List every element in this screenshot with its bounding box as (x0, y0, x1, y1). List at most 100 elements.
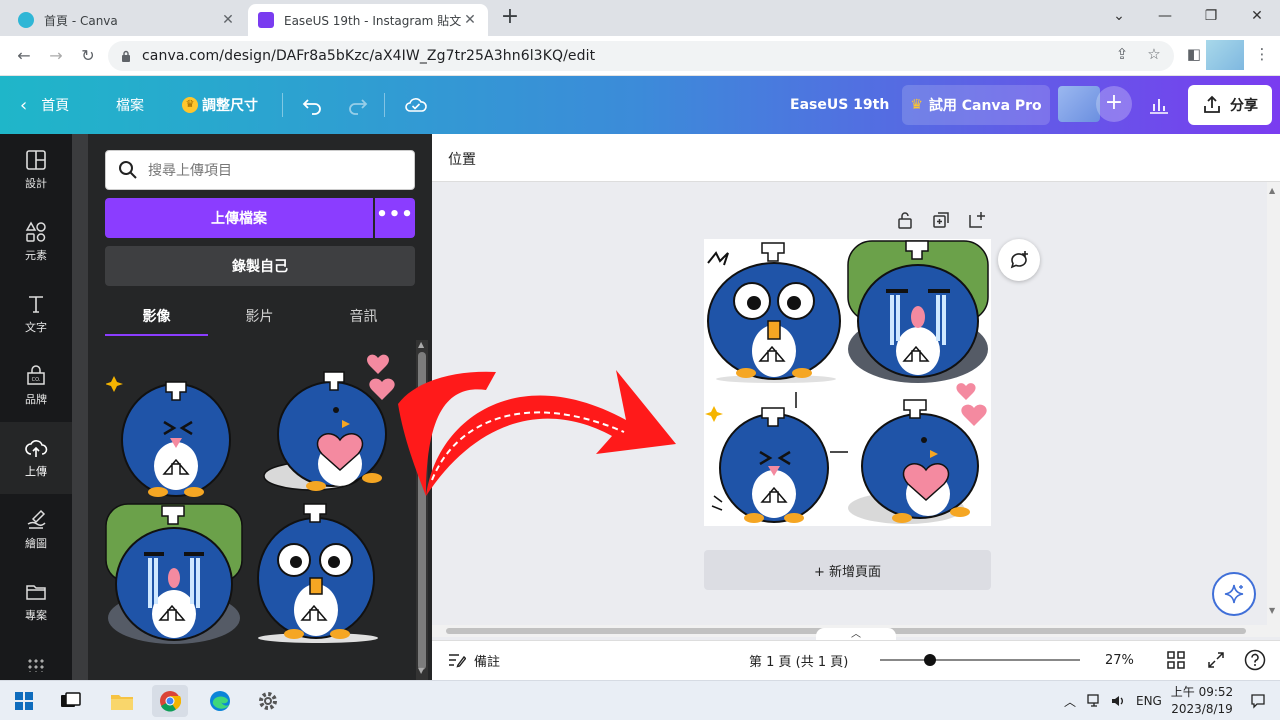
try-pro-button[interactable]: ♛ 試用 Canva Pro (902, 85, 1050, 125)
crown-icon: ♛ (182, 97, 198, 113)
share-button[interactable]: 分享 (1188, 85, 1272, 125)
tab-images[interactable]: 影像 (105, 300, 208, 336)
volume-icon[interactable] (1110, 681, 1126, 720)
network-icon[interactable] (1086, 681, 1102, 720)
page-penguin-squint[interactable] (704, 386, 848, 526)
avatar[interactable] (1058, 86, 1100, 122)
magic-assistant-button[interactable] (1212, 572, 1256, 616)
scroll-down-icon[interactable]: ▼ (1269, 606, 1275, 615)
panel-scroll-up-icon[interactable]: ▲ (418, 340, 424, 349)
upload-thumbnail-penguin-heart[interactable] (260, 350, 400, 498)
upload-files-button[interactable]: 上傳檔案 (105, 198, 373, 238)
fullscreen-icon[interactable] (1207, 651, 1225, 669)
page-penguin-surprised[interactable] (704, 239, 844, 383)
chrome-icon[interactable] (152, 685, 188, 717)
file-explorer-icon[interactable] (104, 685, 140, 717)
forward-icon[interactable]: → (44, 44, 68, 68)
notes-button[interactable]: 備註 (448, 640, 500, 680)
doc-title[interactable]: EaseUS 19th (790, 76, 889, 134)
grid-view-icon[interactable] (1167, 651, 1185, 669)
windows-start-icon[interactable] (6, 685, 42, 717)
address-bar-row: ← → ↻ canva.com/design/DAFr8a5bKzc/aX4IW… (0, 36, 1280, 76)
restore-icon[interactable]: ❐ (1188, 0, 1234, 32)
tab-search-icon[interactable]: ⌄ (1096, 0, 1142, 32)
zoom-slider-track[interactable] (880, 659, 1080, 661)
panel-resize-strip[interactable] (72, 134, 88, 680)
editor-vertical-scrollbar[interactable] (1267, 182, 1280, 637)
profile-avatar[interactable] (1206, 40, 1244, 70)
duplicate-page-icon[interactable] (931, 210, 951, 230)
cloud-saved-icon[interactable] (404, 76, 428, 134)
tray-chevron-up-icon[interactable]: ︿ (1064, 681, 1076, 720)
close-tab-icon[interactable]: ✕ (462, 12, 478, 28)
sparkle-icon (1224, 584, 1244, 604)
input-language[interactable]: ENG (1136, 681, 1162, 720)
rail-item-brand[interactable]: CO. 品牌 (0, 350, 72, 422)
add-page-icon[interactable] (967, 210, 987, 230)
add-page-button[interactable]: + 新增頁面 (704, 550, 991, 590)
omnibox[interactable]: canva.com/design/DAFr8a5bKzc/aX4IW_Zg7tr… (108, 41, 1174, 71)
page-indicator[interactable]: 第 1 頁 (共 1 頁) (749, 640, 848, 680)
position-button[interactable]: 位置 (448, 149, 476, 169)
browser-tab-strip: 首頁 - Canva ✕ EaseUS 19th - Instagram 貼文 … (0, 0, 1280, 36)
design-icon (26, 150, 46, 170)
rail-item-elements[interactable]: 元素 (0, 206, 72, 278)
taskbar-clock[interactable]: 上午 09:52 2023/8/19 (1170, 684, 1234, 718)
notes-label: 備註 (474, 654, 501, 670)
lock-icon[interactable] (895, 210, 915, 230)
lang-text: ENG (1136, 694, 1162, 708)
record-yourself-button[interactable]: 錄製自己 (105, 246, 415, 286)
rail-item-draw[interactable]: 繪圖 (0, 494, 72, 566)
add-page-label: + 新增頁面 (813, 564, 882, 580)
minimize-icon[interactable]: — (1142, 0, 1188, 32)
tab-videos[interactable]: 影片 (208, 300, 311, 336)
back-icon[interactable]: ← (12, 44, 36, 68)
apps-grid-icon[interactable] (27, 658, 45, 672)
browser-tab-design[interactable]: EaseUS 19th - Instagram 貼文 ✕ (248, 4, 488, 36)
context-toolbar: 位置 (432, 134, 1280, 182)
page-info-text: 第 1 頁 (共 1 頁) (749, 654, 849, 670)
rail-item-text[interactable]: 文字 (0, 278, 72, 350)
home-label: 首頁 (41, 98, 70, 114)
add-comment-button[interactable] (998, 239, 1040, 281)
rail-item-projects[interactable]: 專案 (0, 566, 72, 638)
upload-thumbnail-penguin-surprised[interactable] (248, 502, 388, 646)
reload-icon[interactable]: ↻ (76, 44, 100, 68)
help-icon[interactable] (1244, 649, 1266, 671)
task-view-icon[interactable] (52, 685, 88, 717)
undo-icon[interactable] (302, 76, 322, 134)
insights-chart-icon[interactable] (1138, 86, 1180, 124)
zoom-level-button[interactable]: 27% (1105, 640, 1134, 680)
record-label: 錄製自己 (232, 259, 288, 275)
search-input[interactable]: 搜尋上傳項目 (105, 150, 415, 190)
rail-label: 繪圖 (25, 537, 47, 550)
redo-icon[interactable] (348, 76, 368, 134)
new-tab-button[interactable]: + (498, 6, 522, 30)
rail-item-design[interactable]: 設計 (0, 134, 72, 206)
side-panel-icon[interactable]: ◧ (1182, 42, 1206, 66)
settings-gear-icon[interactable] (250, 685, 286, 717)
close-tab-icon[interactable]: ✕ (220, 12, 236, 28)
upload-more-options-button[interactable]: ••• (375, 198, 415, 238)
page-penguin-crying[interactable] (846, 239, 990, 383)
zoom-slider-handle[interactable] (924, 654, 936, 666)
close-window-icon[interactable]: ✕ (1234, 0, 1280, 32)
upload-thumbnail-penguin-crying[interactable] (104, 502, 244, 646)
resize-button[interactable]: ♛ 調整尺寸 (182, 76, 258, 134)
page-penguin-heart[interactable] (846, 380, 990, 526)
add-collaborator-button[interactable]: + (1096, 86, 1132, 122)
browser-tab-home[interactable]: 首頁 - Canva ✕ (8, 4, 246, 36)
upload-thumbnail-penguin-squint[interactable] (106, 362, 242, 500)
tab-audio[interactable]: 音訊 (312, 300, 415, 336)
scroll-up-icon[interactable]: ▲ (1269, 186, 1275, 195)
home-button[interactable]: ‹ 首頁 (20, 76, 69, 134)
file-menu-button[interactable]: 檔案 (116, 76, 144, 134)
bookmark-star-icon[interactable]: ☆ (1142, 42, 1166, 66)
comment-plus-icon (1010, 251, 1028, 269)
browser-menu-icon[interactable]: ⋮ (1250, 42, 1274, 66)
edge-icon[interactable] (202, 685, 238, 717)
share-page-icon[interactable]: ⇪ (1110, 42, 1134, 66)
panel-scroll-down-icon[interactable]: ▼ (418, 666, 424, 675)
rail-item-upload[interactable]: 上傳 (0, 422, 72, 494)
notification-icon[interactable] (1250, 681, 1266, 720)
